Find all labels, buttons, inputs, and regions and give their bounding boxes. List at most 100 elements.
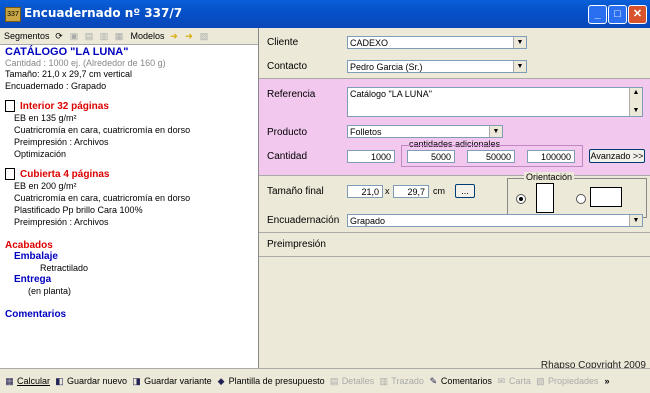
interior-line: EB en 135 g/m²	[14, 113, 77, 123]
browse-button[interactable]: ...	[455, 184, 475, 198]
save-new-icon: ◧	[55, 375, 64, 386]
contacto-value: Pedro Garcia (Sr.)	[350, 62, 423, 72]
detalles-button[interactable]: ▤ Detalles	[329, 375, 374, 387]
carta-label: Carta	[508, 376, 531, 386]
cubierta-section-head[interactable]: Cubierta 4 páginas	[0, 168, 258, 180]
orientacion-group: Orientación	[507, 172, 647, 218]
landscape-icon	[590, 187, 622, 207]
acabados-heading[interactable]: Acabados	[0, 240, 258, 251]
cubierta-line: Plastificado Pp brillo Cara 100%	[14, 205, 143, 215]
close-button[interactable]: ✕	[628, 5, 647, 24]
cubierta-heading: Cubierta 4 páginas	[20, 168, 110, 180]
app-icon: 337	[5, 7, 21, 22]
maximize-button[interactable]: □	[608, 5, 627, 24]
encuadernacion-select[interactable]: Grapado ▼	[347, 214, 643, 227]
save-model-icon[interactable]: ➔	[184, 31, 195, 42]
calcular-button[interactable]: ▦ Calcular	[4, 376, 50, 387]
chevron-down-icon[interactable]: ▼	[513, 61, 526, 72]
referencia-label: Referencia	[267, 89, 316, 100]
cliente-label: Cliente	[267, 37, 299, 48]
interior-heading: Interior 32 páginas	[20, 100, 109, 112]
cliente-value: CADEXO	[350, 38, 389, 48]
summary-cantidad: Cantidad : 1000 ej. (Alrededor de 160 g)	[5, 58, 166, 68]
summary-title[interactable]: CATÁLOGO "LA LUNA"	[0, 46, 258, 58]
interior-section-head[interactable]: Interior 32 páginas	[0, 100, 258, 112]
refresh-icon[interactable]: ⟳	[54, 31, 65, 42]
summary-encuadernado: Encuadernado : Grapado	[5, 81, 107, 91]
referencia-value: Catálogo "LA LUNA"	[350, 89, 432, 99]
encuadernacion-value: Grapado	[350, 216, 386, 226]
comments-icon: ✎	[429, 375, 438, 386]
propiedades-button[interactable]: ▧ Propiedades	[535, 375, 599, 387]
referencia-textarea[interactable]: Catálogo "LA LUNA" ▲ ▼	[347, 87, 643, 117]
interior-line: Cuatricromía en cara, cuatricromía en do…	[14, 125, 191, 135]
letter-icon: ✉	[497, 375, 506, 386]
entrega-heading[interactable]: Entrega	[0, 274, 258, 285]
add-segment-icon[interactable]: ▣	[69, 31, 80, 42]
by-label: x	[385, 186, 390, 196]
acabados-label: Acabados	[5, 240, 53, 251]
trazado-button[interactable]: ▥ Trazado	[378, 376, 424, 387]
cantidad-adicional-2[interactable]: 50000	[467, 150, 515, 163]
title-bar: 337 Encuadernado nº 337/7 _ □ ✕	[0, 0, 650, 28]
load-model-icon[interactable]: ➔	[169, 31, 180, 42]
portrait-icon	[536, 183, 554, 213]
duplicate-segment-icon[interactable]: ▤	[84, 31, 95, 42]
scrollbar-icon[interactable]: ▲ ▼	[629, 88, 642, 116]
bottom-toolbar: ▦ Calcular ◧ Guardar nuevo ◨ Guardar varian…	[0, 368, 650, 393]
divider	[259, 232, 650, 233]
chevron-down-icon[interactable]: ▼	[489, 126, 502, 137]
producto-select[interactable]: Folletos ▼	[347, 125, 503, 138]
alto-input[interactable]: 29,7	[393, 185, 429, 198]
document-icon	[5, 100, 15, 112]
properties-icon: ▧	[536, 375, 545, 386]
contacto-select[interactable]: Pedro Garcia (Sr.) ▼	[347, 60, 527, 73]
vertical-radio[interactable]	[516, 194, 526, 204]
guardar-variante-button[interactable]: ◨ Guardar variante	[131, 375, 212, 387]
encuadernacion-label: Encuadernación	[267, 215, 340, 226]
cubierta-line: Cuatricromía en cara, cuatricromía en do…	[14, 193, 191, 203]
comentarios-button[interactable]: ✎ Comentarios	[428, 376, 492, 387]
calculator-icon: ▦	[5, 375, 14, 386]
document-icon	[5, 168, 15, 180]
cliente-select[interactable]: CADEXO ▼	[347, 36, 527, 49]
contacto-label: Contacto	[267, 61, 308, 72]
interior-line: Optimización	[14, 149, 67, 159]
ancho-input[interactable]: 21,0	[347, 185, 383, 198]
cubierta-line: EB en 200 g/m²	[14, 181, 77, 191]
producto-value: Folletos	[350, 127, 382, 137]
form-panel: Cliente CADEXO ▼ Contacto Pedro Garcia (…	[259, 28, 650, 371]
export-model-icon[interactable]: ▧	[199, 31, 210, 42]
minimize-button[interactable]: _	[588, 5, 607, 24]
guardar-nuevo-button[interactable]: ◧ Guardar nuevo	[54, 376, 127, 387]
details-icon: ▤	[329, 375, 339, 386]
cantidad-adicional-3[interactable]: 100000	[527, 150, 575, 163]
summary-tamano: Tamaño: 21,0 x 29,7 cm vertical	[5, 69, 133, 79]
interior-line: Preimpresión : Archivos	[14, 137, 109, 147]
comentarios-heading[interactable]: Comentarios	[0, 309, 258, 320]
embalaje-heading[interactable]: Embalaje	[0, 251, 258, 262]
window-title: Encuadernado nº 337/7	[24, 6, 183, 20]
cantidad-input[interactable]: 1000	[347, 150, 395, 163]
propiedades-label: Propiedades	[547, 376, 599, 386]
chevron-down-icon[interactable]: ▼	[513, 37, 526, 48]
guardar-variante-label: Guardar variante	[144, 376, 212, 386]
trazado-label: Trazado	[391, 376, 424, 386]
summary-panel: Segmentos ⟳ ▣ ▤ ▥ ▦ Modelos ➔ ➔ ▧ CATÁLO…	[0, 28, 259, 368]
move-segment-icon[interactable]: ▥	[99, 31, 110, 42]
more-button[interactable]: »	[604, 376, 609, 386]
delete-segment-icon[interactable]: ▦	[114, 31, 125, 42]
tamano-label: Tamaño final	[267, 186, 324, 197]
template-icon: ◆	[217, 375, 225, 386]
avanzado-button[interactable]: Avanzado >>	[589, 149, 645, 163]
horizontal-radio[interactable]	[576, 194, 586, 204]
save-variant-icon: ◨	[132, 375, 141, 386]
segmentos-label: Segmentos	[4, 31, 50, 41]
chevron-down-icon[interactable]: ▼	[629, 215, 642, 226]
cantidad-adicional-1[interactable]: 5000	[407, 150, 455, 163]
carta-button[interactable]: ✉ Carta	[496, 376, 531, 387]
divider	[259, 256, 650, 257]
preimpresion-label: Preimpresión	[267, 239, 326, 250]
plantilla-button[interactable]: ◆ Plantilla de presupuesto	[216, 376, 325, 387]
left-toolbar: Segmentos ⟳ ▣ ▤ ▥ ▦ Modelos ➔ ➔ ▧	[0, 28, 258, 45]
